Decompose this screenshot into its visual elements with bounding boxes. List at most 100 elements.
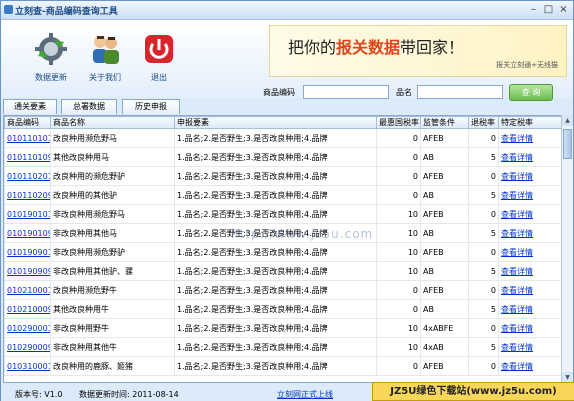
code-input[interactable] bbox=[303, 85, 389, 99]
code-link[interactable]: 0102900090 bbox=[7, 343, 50, 352]
col-header-name[interactable]: 商品名称 bbox=[50, 116, 175, 129]
cell-special-rate[interactable]: 查看详情 bbox=[498, 223, 562, 243]
code-link[interactable]: 0101102010 bbox=[7, 172, 50, 181]
search-button[interactable]: 查 询 bbox=[509, 84, 553, 101]
code-link[interactable]: 0101901090 bbox=[7, 229, 50, 238]
cell-special-rate[interactable]: 查看详情 bbox=[498, 128, 562, 148]
tab-agency-data[interactable]: 总署数据 bbox=[61, 99, 117, 114]
cell-special-rate[interactable]: 查看详情 bbox=[498, 147, 562, 167]
col-header-mfn-rate[interactable]: 最惠国税率 bbox=[376, 116, 421, 129]
col-header-refund-rate[interactable]: 退税率 bbox=[468, 116, 499, 129]
code-link[interactable]: 0102100010 bbox=[7, 286, 50, 295]
col-header-special-rate[interactable]: 特定税率 bbox=[498, 116, 562, 129]
cell-special-rate[interactable]: 查看详情 bbox=[498, 166, 562, 186]
cell-code[interactable]: 0101102010 bbox=[4, 166, 51, 186]
cell-refund-rate: 5 bbox=[468, 299, 499, 319]
cell-code[interactable]: 0101909090 bbox=[4, 261, 51, 281]
code-link[interactable]: 0101909010 bbox=[7, 248, 50, 257]
table-row[interactable]: 0102900090非改良种用其他牛 1.品名;2.是否野生;3.是否改良种用;4… bbox=[4, 337, 562, 357]
cell-special-rate[interactable]: 查看详情 bbox=[498, 299, 562, 319]
view-detail-link[interactable]: 查看详情 bbox=[501, 286, 533, 295]
table-row[interactable]: 0102100010改良种用濒危野牛 1.品名;2.是否野生;3.是否改良种用;4… bbox=[4, 280, 562, 300]
minimize-button[interactable]: – bbox=[527, 4, 540, 16]
cell-code[interactable]: 0102100090 bbox=[4, 299, 51, 319]
table-row[interactable]: 0101102090改良种用的其他驴 1.品名;2.是否野生;3.是否改良种用;4… bbox=[4, 185, 562, 205]
col-header-code[interactable]: 商品编码 bbox=[4, 116, 51, 129]
table-row[interactable]: 0101101010改良种用濒危野马 1.品名;2.是否野生;3.是否改良种用;4… bbox=[4, 128, 562, 148]
cell-code[interactable]: 0102900010 bbox=[4, 318, 51, 338]
view-detail-link[interactable]: 查看详情 bbox=[501, 248, 533, 257]
cell-code[interactable]: 0101101010 bbox=[4, 128, 51, 148]
close-button[interactable]: × bbox=[557, 4, 570, 16]
view-detail-link[interactable]: 查看详情 bbox=[501, 191, 533, 200]
tab-customs-elements[interactable]: 通关要素 bbox=[3, 99, 57, 114]
cell-supervision: AB bbox=[420, 147, 469, 167]
cell-special-rate[interactable]: 查看详情 bbox=[498, 242, 562, 262]
cell-code[interactable]: 0101901090 bbox=[4, 223, 51, 243]
scroll-thumb[interactable] bbox=[563, 129, 572, 159]
tab-history[interactable]: 历史申报 bbox=[122, 99, 180, 114]
cell-code[interactable]: 0101102090 bbox=[4, 185, 51, 205]
view-detail-link[interactable]: 查看详情 bbox=[501, 172, 533, 181]
cell-code[interactable]: 0101909010 bbox=[4, 242, 51, 262]
about-us-button[interactable]: 关于我们 bbox=[82, 32, 128, 83]
cell-special-rate[interactable]: 查看详情 bbox=[498, 204, 562, 224]
view-detail-link[interactable]: 查看详情 bbox=[501, 229, 533, 238]
update-data-button[interactable]: 数据更新 bbox=[28, 32, 74, 83]
cell-special-rate[interactable]: 查看详情 bbox=[498, 356, 562, 376]
code-link[interactable]: 0101909090 bbox=[7, 267, 50, 276]
code-link[interactable]: 0102900010 bbox=[7, 324, 50, 333]
cell-name-text: 改良种用的鹿豚、姬猪 bbox=[53, 361, 133, 371]
view-detail-link[interactable]: 查看详情 bbox=[501, 153, 533, 162]
table-row[interactable]: 0101909090非改良种用其他驴、骡 1.品名;2.是否野生;3.是否改良种用… bbox=[4, 261, 562, 281]
cell-code[interactable]: 0101901010 bbox=[4, 204, 51, 224]
cell-name: 非改良种用其他驴、骡 bbox=[50, 261, 175, 281]
table-row[interactable]: 0103100010改良种用的鹿豚、姬猪 1.品名;2.是否野生;3.是否改良种用… bbox=[4, 356, 562, 376]
cell-code[interactable]: 0102100010 bbox=[4, 280, 51, 300]
name-input[interactable] bbox=[417, 85, 503, 99]
scroll-up-icon[interactable]: ▲ bbox=[562, 115, 573, 126]
view-detail-link[interactable]: 查看详情 bbox=[501, 362, 533, 371]
table-row[interactable]: 0102900010非改良种用野牛 1.品名;2.是否野生;3.是否改良种用;4.… bbox=[4, 318, 562, 338]
maximize-button[interactable]: □ bbox=[542, 4, 555, 16]
cell-name: 改良种用濒危野马 bbox=[50, 128, 175, 148]
cell-special-rate[interactable]: 查看详情 bbox=[498, 337, 562, 357]
table-row[interactable]: 0102100090其他改良种用牛 1.品名;2.是否野生;3.是否改良种用;4.… bbox=[4, 299, 562, 319]
col-header-supervision[interactable]: 监管条件 bbox=[420, 116, 469, 129]
view-detail-link[interactable]: 查看详情 bbox=[501, 210, 533, 219]
cell-special-rate[interactable]: 查看详情 bbox=[498, 318, 562, 338]
view-detail-link[interactable]: 查看详情 bbox=[501, 134, 533, 143]
data-table: 商品编码 商品名称 申报要素 最惠国税率 监管条件 退税率 特定税率 01011… bbox=[3, 115, 563, 383]
cell-name-text: 非改良种用野牛 bbox=[53, 323, 109, 333]
view-detail-link[interactable]: 查看详情 bbox=[501, 305, 533, 314]
cell-code[interactable]: 0103100010 bbox=[4, 356, 51, 376]
ad-banner[interactable]: 把你的报关数据带回家！ 报关立刻通+无线猫 bbox=[269, 25, 567, 77]
cell-refund-rate-text: 5 bbox=[490, 342, 496, 352]
cell-refund-rate: 5 bbox=[468, 147, 499, 167]
exit-button[interactable]: 退出 bbox=[136, 32, 182, 83]
table-row[interactable]: 0101909010非改良种用濒危野驴 1.品名;2.是否野生;3.是否改良种用;… bbox=[4, 242, 562, 262]
cell-name-text: 改良种用濒危野马 bbox=[53, 133, 117, 143]
code-link[interactable]: 0103100010 bbox=[7, 362, 50, 371]
cell-code[interactable]: 0101101090 bbox=[4, 147, 51, 167]
cell-special-rate[interactable]: 查看详情 bbox=[498, 185, 562, 205]
view-detail-link[interactable]: 查看详情 bbox=[501, 343, 533, 352]
cell-elements: 1.品名;2.是否野生;3.是否改良种用;4.品牌 bbox=[174, 204, 377, 224]
vertical-scrollbar[interactable]: ▲ ▼ bbox=[561, 115, 573, 383]
cell-special-rate[interactable]: 查看详情 bbox=[498, 280, 562, 300]
official-site-link[interactable]: 立刻网正式上线 bbox=[277, 389, 333, 400]
download-site-badge: JZ5U绿色下载站(www.jz5u.com) bbox=[372, 382, 574, 401]
view-detail-link[interactable]: 查看详情 bbox=[501, 267, 533, 276]
table-row[interactable]: 0101102010改良种用的濒危野驴 1.品名;2.是否野生;3.是否改良种用;… bbox=[4, 166, 562, 186]
view-detail-link[interactable]: 查看详情 bbox=[501, 324, 533, 333]
code-link[interactable]: 0102100090 bbox=[7, 305, 50, 314]
code-link[interactable]: 0101901010 bbox=[7, 210, 50, 219]
code-link[interactable]: 0101102090 bbox=[7, 191, 50, 200]
col-header-elements[interactable]: 申报要素 bbox=[174, 116, 377, 129]
cell-special-rate[interactable]: 查看详情 bbox=[498, 261, 562, 281]
code-link[interactable]: 0101101090 bbox=[7, 153, 50, 162]
table-row[interactable]: 0101901010非改良种用濒危野马 1.品名;2.是否野生;3.是否改良种用;… bbox=[4, 204, 562, 224]
table-row[interactable]: 0101101090其他改良种用马 1.品名;2.是否野生;3.是否改良种用;4.… bbox=[4, 147, 562, 167]
cell-code[interactable]: 0102900090 bbox=[4, 337, 51, 357]
code-link[interactable]: 0101101010 bbox=[7, 134, 50, 143]
